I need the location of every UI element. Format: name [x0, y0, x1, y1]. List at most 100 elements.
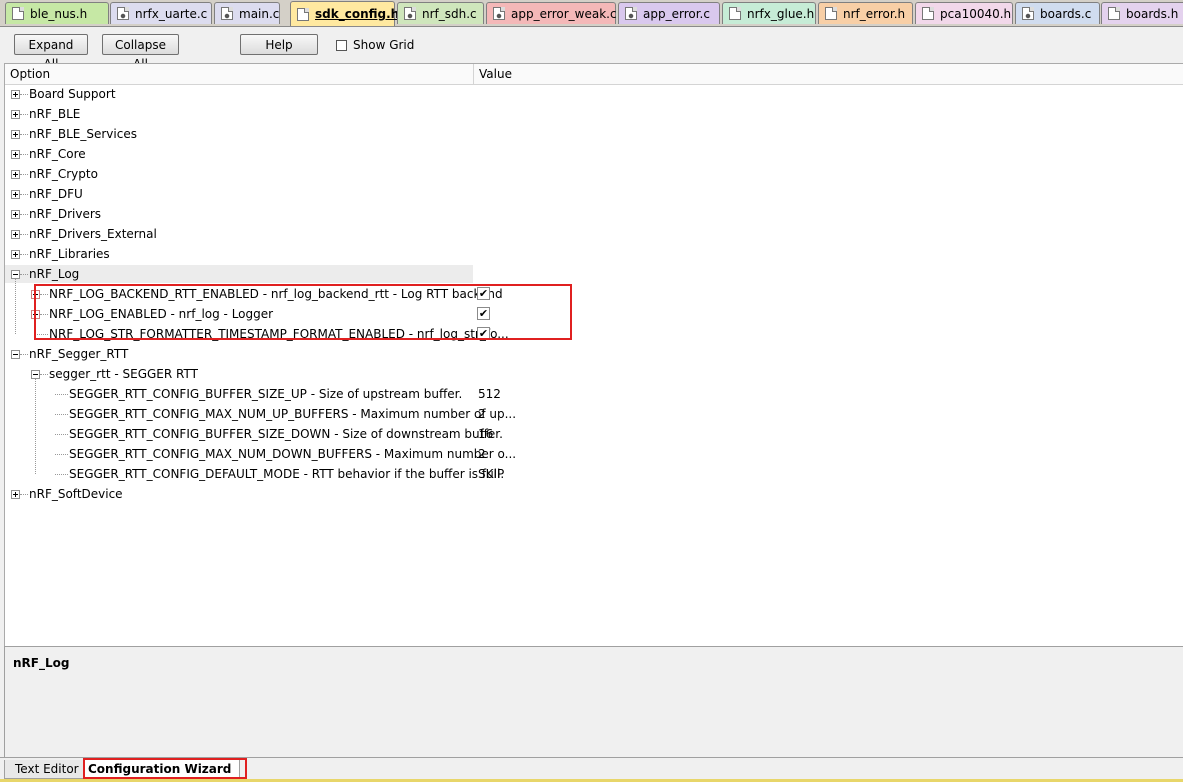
c-source-file-icon	[221, 7, 233, 20]
expand-icon[interactable]	[11, 210, 20, 219]
tree-row[interactable]: nRF_Core	[5, 144, 1183, 164]
file-tab-label: main.c	[239, 6, 280, 21]
file-tab-label: app_error_weak.c	[511, 6, 617, 21]
expand-icon[interactable]	[11, 190, 20, 199]
tree-row[interactable]: nRF_Log	[5, 264, 1183, 284]
expand-icon[interactable]	[11, 490, 20, 499]
collapse-icon[interactable]	[11, 350, 20, 359]
tree-connector	[20, 254, 28, 255]
option-label: nRF_Core	[29, 147, 86, 161]
tab-highlight-box	[83, 758, 247, 779]
expand-icon[interactable]	[11, 250, 20, 259]
file-tab-3[interactable]: main.c	[214, 2, 280, 24]
file-tab-label: pca10040.h	[940, 6, 1012, 21]
file-tab-label: boards.h	[1126, 6, 1179, 21]
highlight-box	[34, 284, 572, 340]
file-tab-label: boards.c	[1040, 6, 1092, 21]
tree-connector	[55, 434, 68, 435]
tree-row[interactable]: nRF_SoftDevice	[5, 484, 1183, 504]
option-value[interactable]: 2	[478, 447, 486, 461]
tree-connector	[20, 134, 28, 135]
file-tab-label: nrfx_glue.h	[747, 6, 815, 21]
collapse-icon[interactable]	[31, 370, 40, 379]
file-tab-2[interactable]: nrfx_uarte.c	[110, 2, 212, 24]
tree-row[interactable]: nRF_Libraries	[5, 244, 1183, 264]
tree-connector	[55, 414, 68, 415]
option-label: SEGGER_RTT_CONFIG_MAX_NUM_UP_BUFFERS - M…	[69, 407, 517, 421]
tree-connector	[20, 194, 28, 195]
help-button[interactable]: Help	[240, 34, 318, 55]
tree-row[interactable]: segger_rtt - SEGGER RTT	[5, 364, 1183, 384]
description-pane: nRF_Log	[4, 646, 1183, 757]
tree-row[interactable]: nRF_DFU	[5, 184, 1183, 204]
option-column-header[interactable]: Option	[10, 67, 50, 81]
option-label: nRF_BLE_Services	[29, 127, 137, 141]
tree-row[interactable]: nRF_Crypto	[5, 164, 1183, 184]
option-value[interactable]: 16	[478, 427, 493, 441]
header-file-icon	[729, 7, 741, 20]
tree-connector	[20, 234, 28, 235]
tree-row[interactable]: SEGGER_RTT_CONFIG_BUFFER_SIZE_UP - Size …	[5, 384, 1183, 404]
file-tab-6[interactable]: app_error_weak.c	[486, 2, 617, 24]
header-file-icon	[825, 7, 837, 20]
expand-icon[interactable]	[11, 230, 20, 239]
tree-row[interactable]: nRF_BLE	[5, 104, 1183, 124]
expand-icon[interactable]	[11, 150, 20, 159]
option-label: nRF_SoftDevice	[29, 487, 123, 501]
file-tab-10[interactable]: pca10040.h	[915, 2, 1013, 24]
expand-icon[interactable]	[11, 130, 20, 139]
file-tab-label: ble_nus.h	[30, 6, 88, 21]
tree-row[interactable]: Board Support	[5, 84, 1183, 104]
file-tab-11[interactable]: boards.c	[1015, 2, 1100, 24]
option-label: nRF_Drivers	[29, 207, 102, 221]
file-tab-7[interactable]: app_error.c	[618, 2, 720, 24]
file-tab-label: nrf_error.h	[843, 6, 906, 21]
tree-connector	[55, 394, 68, 395]
tree-connector	[20, 114, 28, 115]
file-tab-12[interactable]: boards.h	[1101, 2, 1183, 24]
header-file-icon	[297, 7, 309, 21]
file-tab-4[interactable]: sdk_config.h	[290, 1, 399, 26]
option-value[interactable]: 512	[478, 387, 501, 401]
tree-row[interactable]: nRF_BLE_Services	[5, 124, 1183, 144]
tree-row[interactable]: SEGGER_RTT_CONFIG_DEFAULT_MODE - RTT beh…	[5, 464, 1183, 484]
file-tab-strip: ble_nus.h nrfx_uarte.c main.c sdk_config.h n…	[0, 0, 1183, 27]
option-label: segger_rtt - SEGGER RTT	[49, 367, 198, 381]
view-tab-bar: Text Editor Configuration Wizard	[0, 757, 1183, 782]
c-source-file-icon	[404, 7, 416, 20]
tree-row[interactable]: SEGGER_RTT_CONFIG_MAX_NUM_DOWN_BUFFERS -…	[5, 444, 1183, 464]
column-divider[interactable]	[473, 64, 474, 84]
tree-connector	[20, 494, 28, 495]
show-grid-toggle[interactable]: Show Grid	[336, 38, 414, 52]
tree-connector	[20, 94, 28, 95]
option-value[interactable]: SKIP	[478, 467, 504, 481]
tree-row[interactable]: nRF_Drivers	[5, 204, 1183, 224]
tree-connector	[20, 274, 28, 275]
c-source-file-icon	[1022, 7, 1034, 20]
expand-icon[interactable]	[11, 110, 20, 119]
expand-icon[interactable]	[11, 170, 20, 179]
tree-row[interactable]: nRF_Segger_RTT	[5, 344, 1183, 364]
c-source-file-icon	[625, 7, 637, 20]
option-label: nRF_BLE	[29, 107, 81, 121]
option-label: nRF_Log	[29, 267, 80, 281]
option-value[interactable]: 2	[478, 407, 486, 421]
file-tab-1[interactable]: ble_nus.h	[5, 2, 109, 24]
collapse-all-button[interactable]: Collapse All	[102, 34, 179, 71]
text-editor-tab[interactable]: Text Editor	[4, 760, 90, 779]
tree-connector	[20, 214, 28, 215]
tree-row[interactable]: SEGGER_RTT_CONFIG_BUFFER_SIZE_DOWN - Siz…	[5, 424, 1183, 444]
file-tab-5[interactable]: nrf_sdh.c	[397, 2, 484, 24]
show-grid-checkbox[interactable]	[336, 39, 347, 51]
tree-connector	[20, 354, 28, 355]
value-column-header[interactable]: Value	[479, 67, 512, 81]
file-tab-8[interactable]: nrfx_glue.h	[722, 2, 816, 24]
tree-row[interactable]: SEGGER_RTT_CONFIG_MAX_NUM_UP_BUFFERS - M…	[5, 404, 1183, 424]
collapse-icon[interactable]	[11, 270, 20, 279]
tree-row[interactable]: nRF_Drivers_External	[5, 224, 1183, 244]
expand-icon[interactable]	[11, 90, 20, 99]
tree-connector	[35, 379, 36, 474]
expand-all-button[interactable]: Expand All	[14, 34, 88, 71]
file-tab-label: nrf_sdh.c	[422, 6, 477, 21]
file-tab-9[interactable]: nrf_error.h	[818, 2, 913, 24]
